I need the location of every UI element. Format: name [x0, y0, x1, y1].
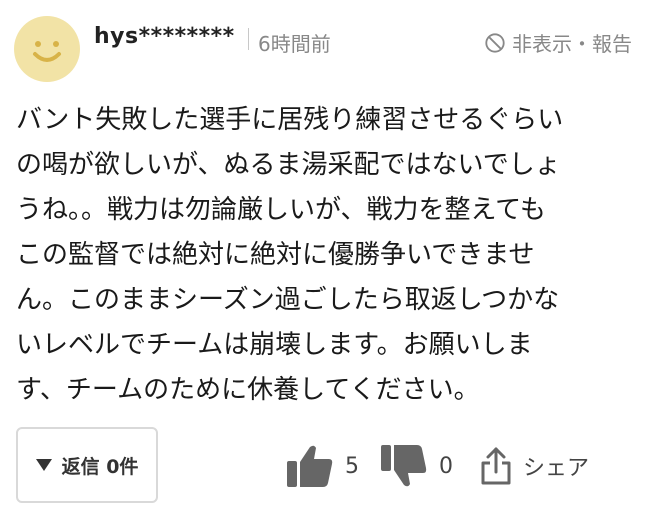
thumbs-down-icon: [381, 445, 427, 487]
comment-line: うね。。戦力は勿論厳しいが、戦力を整えても: [16, 195, 546, 225]
comment-line: の喝が欲しいが、ぬるま湯采配ではないでしょ: [16, 150, 561, 180]
comment-timestamp: 6時間前: [258, 32, 331, 56]
comment-username[interactable]: hys********: [94, 24, 235, 49]
reply-button[interactable]: 返信 0件: [16, 427, 158, 503]
share-icon: [481, 447, 511, 485]
triangle-down-icon: [35, 459, 52, 471]
share-button[interactable]: シェア: [479, 446, 589, 486]
comment-line: この監督では絶対に絶対に優勝争いできませ: [16, 240, 535, 270]
comment-line: いレベルでチームは崩壊します。お願いしま: [16, 330, 533, 360]
hide-report-link[interactable]: 非表示・報告: [484, 28, 632, 57]
thumbs-up-icon: [287, 445, 333, 487]
comment-line: す、チームのために休養してください。: [16, 375, 480, 405]
hide-report-label: 非表示・報告: [512, 32, 632, 56]
comment-line: ん。このままシーズン過ごしたら取返しつかな: [16, 285, 560, 315]
share-label: シェア: [523, 456, 590, 481]
reply-label: 返信 0件: [61, 455, 139, 478]
smiley-face-icon: [33, 41, 61, 62]
like-button[interactable]: 5: [285, 443, 359, 489]
like-count: 5: [345, 453, 359, 479]
comment-line: バント失敗した選手に居残り練習させるぐらい: [16, 105, 564, 135]
dislike-count: 0: [439, 453, 453, 479]
prohibit-icon: [485, 32, 505, 53]
comment-body: バント失敗した選手に居残り練習させるぐらい の喝が欲しいが、ぬるま湯采配ではない…: [16, 98, 640, 413]
header-divider: [248, 28, 249, 50]
dislike-button[interactable]: 0: [379, 443, 453, 489]
avatar: [14, 16, 80, 82]
comment-actions: 5 0 シェア: [285, 440, 589, 492]
